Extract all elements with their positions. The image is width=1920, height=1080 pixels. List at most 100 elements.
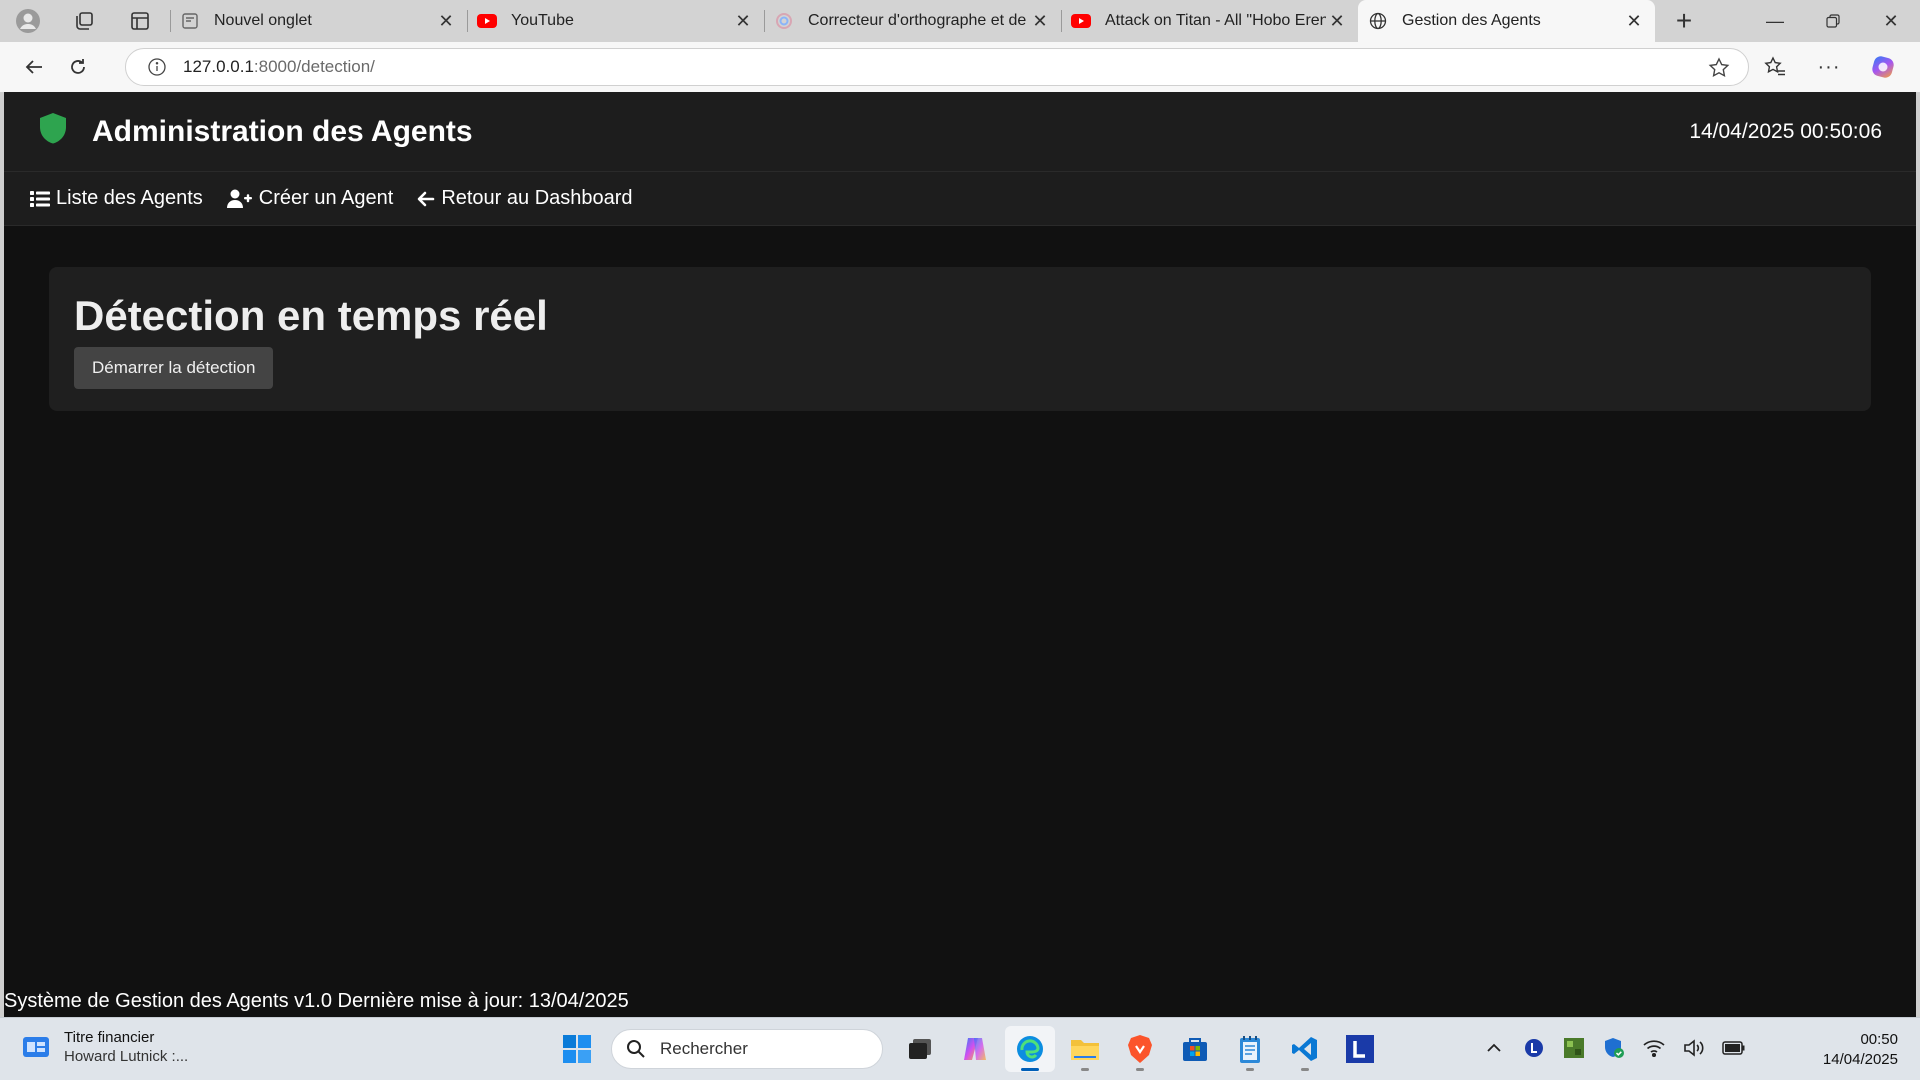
toolbar-right-icons: ··· [1748,47,1910,87]
widget-text: Titre financier Howard Lutnick :... [64,1028,188,1066]
favorite-star-icon[interactable] [1708,57,1730,84]
tab-title: Nouvel onglet [214,12,312,29]
browser-toolbar: 127.0.0.1:8000/detection/ ··· [0,42,1920,92]
close-tab-icon[interactable]: ✕ [732,11,754,32]
new-tab-page-icon [180,11,200,31]
notepad-icon[interactable] [1225,1026,1275,1072]
arrow-left-icon [418,191,435,206]
nav-create-agent[interactable]: Créer un Agent [226,187,394,210]
new-tab-button[interactable]: + [1663,0,1705,42]
l-app-icon[interactable] [1335,1026,1385,1072]
taskbar-clock[interactable]: 00:50 14/04/2025 [1823,1030,1898,1070]
tab-correcteur[interactable]: Correcteur d'orthographe et de g ✕ [764,0,1061,42]
workspaces-icon[interactable] [66,3,102,39]
taskbar: Titre financier Howard Lutnick :... Rech… [0,1017,1920,1080]
page-title: Détection en temps réel [74,292,548,339]
profile-icon[interactable] [10,3,46,39]
widgets-icon [22,1036,50,1058]
close-tab-icon[interactable]: ✕ [1623,11,1645,32]
tab-gestion-des-agents[interactable]: Gestion des Agents ✕ [1358,0,1655,42]
app-title: Administration des Agents [92,114,473,148]
tray-game-icon[interactable] [1558,1034,1590,1062]
search-icon [627,1040,645,1058]
nav-label: Retour au Dashboard [441,187,633,209]
clock-time: 00:50 [1860,1031,1898,1048]
search-placeholder: Rechercher [660,1039,748,1058]
security-shield-icon[interactable] [1598,1034,1630,1062]
app-brand[interactable]: Administration des Agents [38,112,473,152]
edge-app-icon[interactable] [1005,1026,1055,1072]
app-nav: Liste des Agents Créer un Agent Retour a… [4,172,1916,226]
tab-title: YouTube [511,12,574,29]
tab-new-tab[interactable]: Nouvel onglet ✕ [170,0,467,42]
brave-browser-icon[interactable] [1115,1026,1165,1072]
file-explorer-icon[interactable] [1060,1026,1110,1072]
page-viewport: Administration des Agents 14/04/2025 00:… [4,92,1916,1017]
system-tray [1470,1034,1750,1062]
vscode-icon[interactable] [1280,1026,1330,1072]
running-indicator [1081,1068,1089,1071]
nav-label: Liste des Agents [56,187,203,209]
copilot-icon[interactable] [1856,47,1910,87]
minimize-icon[interactable]: — [1746,0,1804,42]
youtube-icon [1071,11,1091,31]
running-indicator [1246,1068,1254,1071]
more-options-icon[interactable]: ··· [1802,47,1856,87]
widget-title: Titre financier [64,1029,155,1046]
close-tab-icon[interactable]: ✕ [1029,11,1051,32]
tab-attack-on-titan[interactable]: Attack on Titan - All "Hobo Eren" ✕ [1061,0,1358,42]
tab-title: Attack on Titan - All "Hobo Eren" [1105,12,1326,29]
nav-label: Créer un Agent [258,187,394,209]
running-indicator [1021,1068,1039,1071]
vertical-tabs-icon[interactable] [122,3,158,39]
tab-separator [170,10,171,32]
start-button[interactable] [552,1026,602,1072]
back-icon[interactable] [12,47,56,87]
window-controls: — ✕ [1746,0,1920,42]
widget-subtitle: Howard Lutnick :... [64,1048,189,1065]
user-plus-icon [226,189,252,208]
shield-icon [38,112,68,152]
app-header: Administration des Agents 14/04/2025 00:… [4,92,1916,172]
header-datetime: 14/04/2025 00:50:06 [1689,119,1882,143]
address-bar[interactable]: 127.0.0.1:8000/detection/ [125,48,1749,86]
site-info-icon[interactable] [145,55,169,79]
page-footer: Système de Gestion des Agents v1.0 Derni… [4,990,629,1012]
list-icon [30,190,50,207]
start-detection-button[interactable]: Démarrer la détection [74,347,274,389]
running-indicator [1301,1068,1309,1071]
nav-agents-list[interactable]: Liste des Agents [30,187,203,210]
close-tab-icon[interactable]: ✕ [435,11,457,32]
task-view-icon[interactable] [895,1026,945,1072]
battery-icon[interactable] [1718,1034,1750,1062]
refresh-icon[interactable] [56,47,100,87]
restore-icon[interactable] [1804,0,1862,42]
copilot-app-icon[interactable] [950,1026,1000,1072]
close-window-icon[interactable]: ✕ [1862,0,1920,42]
running-indicator [1136,1068,1144,1071]
tray-l-app-icon[interactable] [1518,1034,1550,1062]
taskbar-search[interactable]: Rechercher [611,1029,883,1069]
url-text: 127.0.0.1:8000/detection/ [183,57,375,77]
url-host: 127.0.0.1 [183,57,254,76]
clock-date: 14/04/2025 [1822,1051,1898,1068]
globe-icon [1368,11,1388,31]
close-tab-icon[interactable]: ✕ [1326,11,1348,32]
tab-youtube[interactable]: YouTube ✕ [467,0,764,42]
volume-icon[interactable] [1678,1034,1710,1062]
tab-separator [764,10,765,32]
youtube-icon [477,11,497,31]
tab-separator [1061,10,1062,32]
tab-separator [467,10,468,32]
news-widget[interactable]: Titre financier Howard Lutnick :... [22,1028,188,1066]
nav-back-to-dashboard[interactable]: Retour au Dashboard [417,187,633,210]
url-path: :8000/detection/ [253,57,375,76]
chevron-up-icon[interactable] [1478,1034,1510,1062]
tab-title: Correcteur d'orthographe et de g [808,12,1029,29]
taskbar-apps: Rechercher [552,1026,1390,1072]
wifi-icon[interactable] [1638,1034,1670,1062]
favorites-icon[interactable] [1748,47,1802,87]
microsoft-store-icon[interactable] [1170,1026,1220,1072]
tab-title: Gestion des Agents [1402,12,1541,29]
detection-card: Détection en temps réel Démarrer la déte… [49,267,1871,411]
